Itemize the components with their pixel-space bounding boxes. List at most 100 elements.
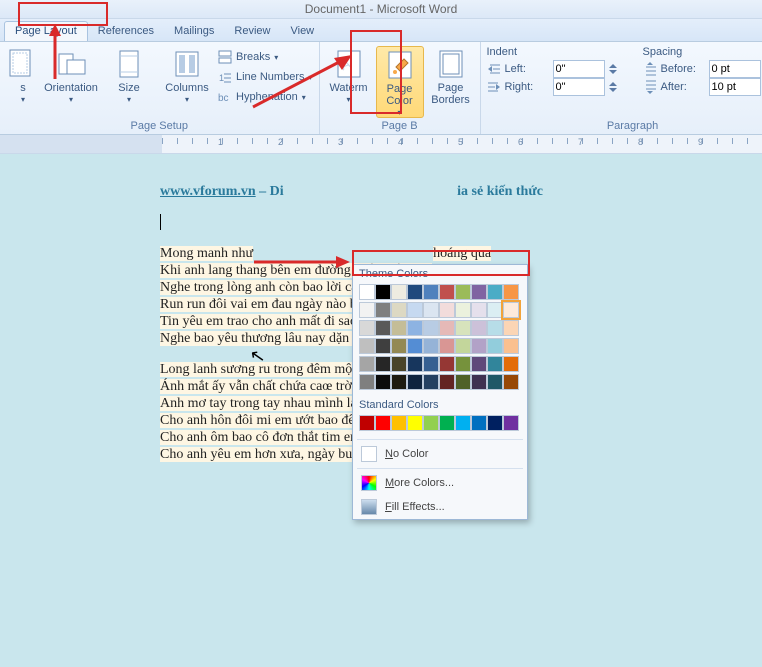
line-numbers-button[interactable]: 1 Line Numbers▾: [218, 68, 313, 86]
theme-color-swatch[interactable]: [375, 338, 391, 354]
vforum-link[interactable]: www.vforum.vn: [160, 184, 256, 199]
theme-color-swatch[interactable]: [487, 374, 503, 390]
tab-references[interactable]: References: [88, 22, 164, 41]
theme-color-swatch[interactable]: [407, 284, 423, 300]
theme-color-swatch[interactable]: [455, 284, 471, 300]
theme-color-swatch[interactable]: [455, 320, 471, 336]
theme-color-swatch[interactable]: [471, 302, 487, 318]
theme-color-swatch[interactable]: [439, 320, 455, 336]
theme-color-swatch[interactable]: [503, 374, 519, 390]
indent-right-spinner[interactable]: [609, 78, 623, 96]
spacing-before-input[interactable]: [709, 60, 761, 78]
theme-color-swatch[interactable]: [375, 320, 391, 336]
theme-color-swatch[interactable]: [359, 356, 375, 372]
standard-color-swatch[interactable]: [471, 415, 487, 431]
text-line[interactable]: Mong manh nhưhoáng qua: [160, 246, 762, 262]
theme-color-swatch[interactable]: [487, 338, 503, 354]
theme-color-swatch[interactable]: [359, 302, 375, 318]
theme-color-swatch[interactable]: [455, 338, 471, 354]
indent-left-input[interactable]: [553, 60, 605, 78]
theme-color-swatch[interactable]: [391, 374, 407, 390]
size-button[interactable]: Size ▾: [102, 46, 156, 106]
theme-color-swatch[interactable]: [487, 320, 503, 336]
theme-color-swatch[interactable]: [471, 374, 487, 390]
theme-color-swatch[interactable]: [439, 356, 455, 372]
theme-color-swatch[interactable]: [391, 302, 407, 318]
theme-color-swatch[interactable]: [503, 338, 519, 354]
theme-color-swatch[interactable]: [359, 320, 375, 336]
theme-color-swatch[interactable]: [439, 284, 455, 300]
theme-color-swatch[interactable]: [359, 284, 375, 300]
theme-color-swatch[interactable]: [503, 302, 519, 318]
chevron-down-icon: ▾: [397, 108, 401, 117]
standard-color-swatch[interactable]: [503, 415, 519, 431]
standard-color-swatch[interactable]: [423, 415, 439, 431]
theme-color-swatch[interactable]: [391, 356, 407, 372]
theme-color-swatch[interactable]: [423, 374, 439, 390]
tab-page-layout[interactable]: Page Layout: [4, 21, 88, 41]
tab-mailings[interactable]: Mailings: [164, 22, 224, 41]
theme-color-swatch[interactable]: [439, 374, 455, 390]
horizontal-ruler[interactable]: 123456789: [0, 135, 762, 154]
theme-color-swatch[interactable]: [471, 338, 487, 354]
theme-color-swatch[interactable]: [407, 338, 423, 354]
document-area[interactable]: ↖ www.vforum.vn – Di ia sẻ kiến thức Mon…: [0, 154, 762, 667]
page-borders-button[interactable]: Page Borders: [428, 46, 474, 118]
no-color-item[interactable]: No Color: [353, 442, 527, 466]
standard-color-swatch[interactable]: [487, 415, 503, 431]
indent-right-input[interactable]: [553, 78, 605, 96]
theme-color-swatch[interactable]: [375, 374, 391, 390]
standard-color-swatch[interactable]: [359, 415, 375, 431]
theme-color-swatch[interactable]: [455, 356, 471, 372]
theme-color-swatch[interactable]: [391, 338, 407, 354]
theme-color-swatch[interactable]: [487, 356, 503, 372]
theme-color-swatch[interactable]: [487, 284, 503, 300]
theme-color-swatch[interactable]: [391, 320, 407, 336]
theme-color-swatch[interactable]: [503, 320, 519, 336]
theme-color-swatch[interactable]: [423, 320, 439, 336]
margins-button[interactable]: s ▾: [6, 46, 40, 106]
theme-color-swatch[interactable]: [503, 356, 519, 372]
theme-color-swatch[interactable]: [471, 356, 487, 372]
theme-color-swatch[interactable]: [407, 320, 423, 336]
theme-color-swatch[interactable]: [439, 302, 455, 318]
theme-color-swatch[interactable]: [455, 374, 471, 390]
theme-color-swatch[interactable]: [375, 284, 391, 300]
hyphenation-button[interactable]: bc Hyphenation▾: [218, 88, 313, 106]
watermark-button[interactable]: A Waterm ▾: [326, 46, 372, 118]
theme-color-swatch[interactable]: [359, 338, 375, 354]
standard-color-swatch[interactable]: [455, 415, 471, 431]
breaks-button[interactable]: Breaks▾: [218, 48, 313, 66]
theme-color-swatch[interactable]: [423, 338, 439, 354]
theme-color-swatch[interactable]: [407, 356, 423, 372]
theme-color-swatch[interactable]: [487, 302, 503, 318]
spacing-after-input[interactable]: [709, 78, 761, 96]
theme-color-swatch[interactable]: [439, 338, 455, 354]
columns-button[interactable]: Columns ▾: [160, 46, 214, 106]
orientation-button[interactable]: Orientation ▾: [44, 46, 98, 106]
theme-color-swatch[interactable]: [471, 320, 487, 336]
theme-color-swatch[interactable]: [423, 302, 439, 318]
standard-color-swatch[interactable]: [439, 415, 455, 431]
theme-color-swatch[interactable]: [455, 302, 471, 318]
theme-color-swatch[interactable]: [423, 284, 439, 300]
theme-color-swatch[interactable]: [503, 284, 519, 300]
standard-color-swatch[interactable]: [375, 415, 391, 431]
tab-view[interactable]: View: [280, 22, 324, 41]
theme-color-swatch[interactable]: [359, 374, 375, 390]
theme-color-swatch[interactable]: [471, 284, 487, 300]
standard-color-swatch[interactable]: [391, 415, 407, 431]
more-colors-item[interactable]: More Colors...: [353, 471, 527, 495]
title-text: Document1 - Microsoft Word: [305, 2, 458, 16]
tab-review[interactable]: Review: [224, 22, 280, 41]
theme-color-swatch[interactable]: [375, 356, 391, 372]
page-color-button[interactable]: Page Color ▾: [376, 46, 424, 118]
theme-color-swatch[interactable]: [375, 302, 391, 318]
standard-color-swatch[interactable]: [407, 415, 423, 431]
fill-effects-item[interactable]: Fill Effects...: [353, 495, 527, 519]
indent-left-spinner[interactable]: [609, 60, 623, 78]
theme-color-swatch[interactable]: [423, 356, 439, 372]
theme-color-swatch[interactable]: [407, 302, 423, 318]
theme-color-swatch[interactable]: [407, 374, 423, 390]
theme-color-swatch[interactable]: [391, 284, 407, 300]
